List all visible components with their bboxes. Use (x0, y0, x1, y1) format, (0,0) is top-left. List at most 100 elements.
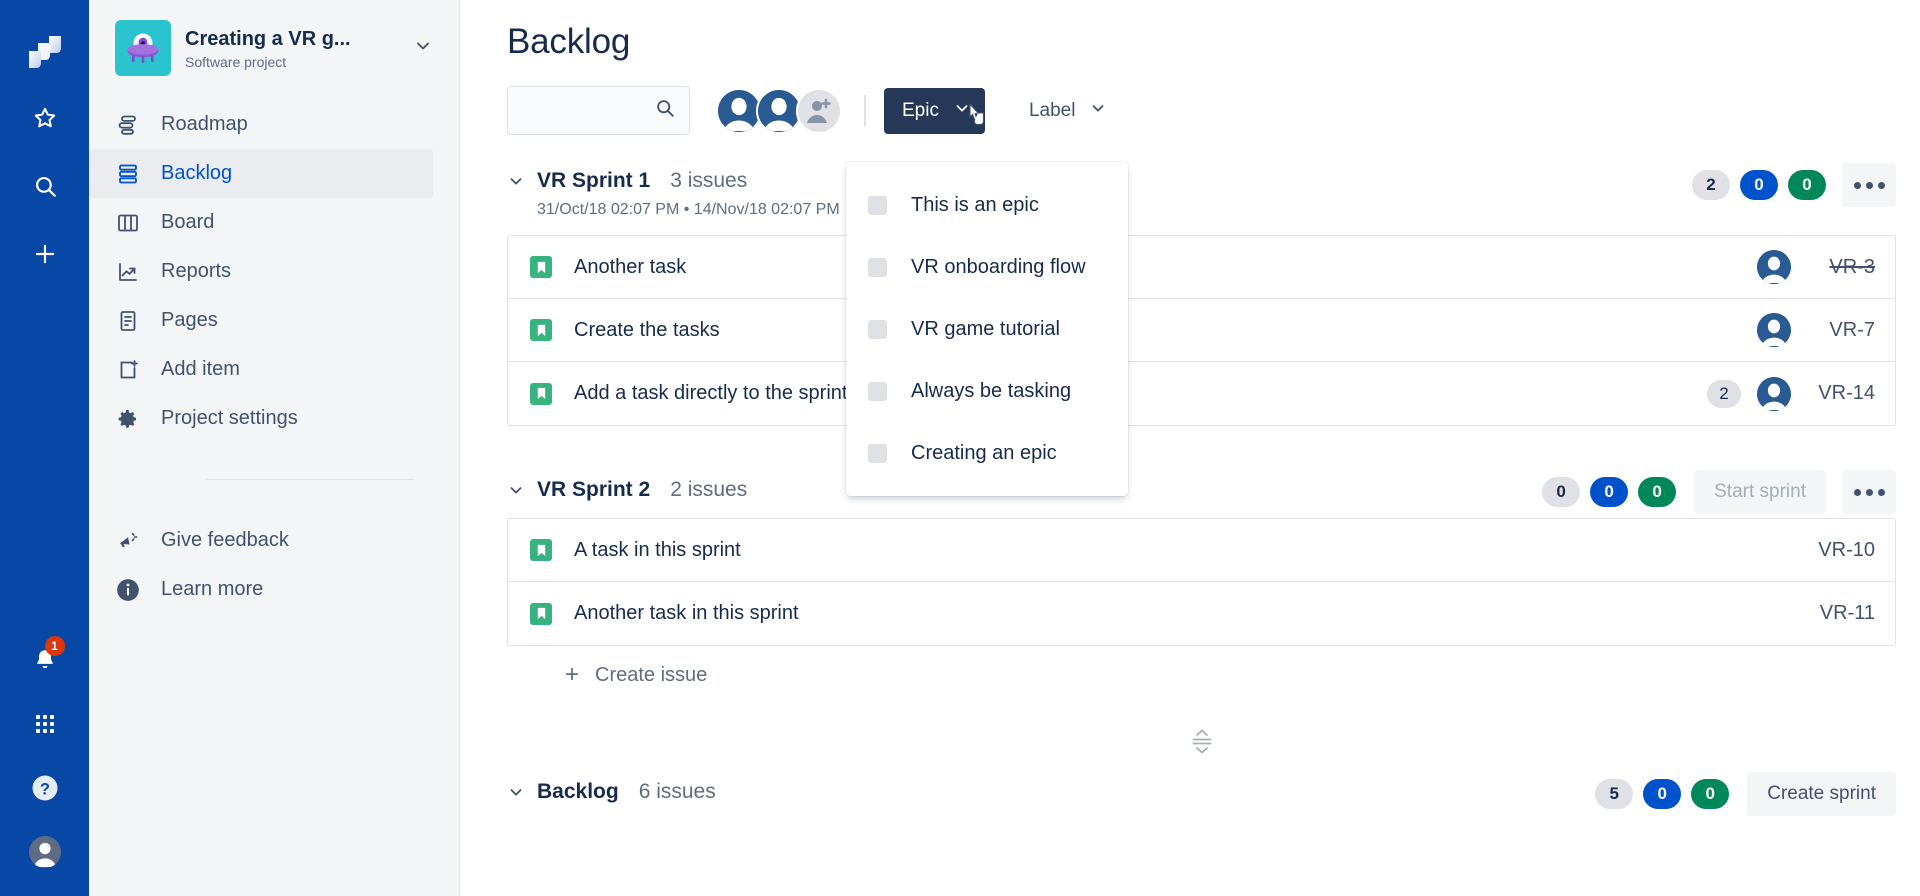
sprint-actions: 2 0 0 (1692, 163, 1896, 207)
sidebar-item-label: Roadmap (161, 113, 248, 135)
status-badge-inprogress: 0 (1740, 170, 1778, 200)
backlog-icon (115, 162, 141, 186)
sidebar-item-reports[interactable]: Reports (89, 247, 433, 296)
create-sprint-button[interactable]: Create sprint (1747, 772, 1896, 816)
checkbox-icon[interactable] (868, 381, 887, 401)
sidebar-item-give-feedback[interactable]: Give feedback (89, 516, 433, 565)
sidebar-footer: Give feedback Learn more (89, 516, 459, 614)
svg-text:?: ? (40, 780, 50, 798)
avatar[interactable] (1757, 313, 1791, 347)
issue-list-vr-sprint-1: Another task VR-3 Create the tasks VR-7 … (507, 235, 1896, 426)
search-icon[interactable] (23, 164, 67, 208)
table-row[interactable]: Another task in this sprint VR-11 (508, 582, 1895, 645)
sprint-name: VR Sprint 1 (537, 169, 651, 192)
issue-key[interactable]: VR-14 (1807, 382, 1875, 405)
issue-key[interactable]: VR-11 (1807, 602, 1875, 625)
start-sprint-button[interactable]: Start sprint (1694, 470, 1826, 514)
avatar-group (716, 87, 842, 134)
project-header[interactable]: Creating a VR g... Software project (89, 0, 459, 94)
sprint-more-menu-button[interactable] (1842, 163, 1896, 207)
rail-bottom-group: 1 ? (0, 618, 89, 874)
status-badge-todo: 5 (1595, 779, 1634, 809)
notifications-icon[interactable]: 1 (23, 636, 67, 682)
more-icon (1865, 181, 1873, 189)
menu-item-epic-option[interactable]: Creating an epic (846, 422, 1128, 484)
menu-item-epic-option[interactable]: This is an epic (846, 174, 1128, 236)
backlog-toolbar: Epic Label (460, 62, 1920, 135)
issue-key[interactable]: VR-7 (1807, 319, 1875, 342)
avatar-add-user[interactable] (796, 87, 842, 134)
search-icon (654, 97, 676, 124)
epic-option-label: Always be tasking (911, 379, 1072, 402)
checkbox-icon[interactable] (868, 443, 887, 463)
issue-key[interactable]: VR-10 (1807, 539, 1875, 562)
global-navigation-rail: 1 ? (0, 0, 89, 896)
issue-title: Another task (574, 255, 687, 278)
chevron-down-icon[interactable] (507, 172, 525, 190)
project-sidebar: Creating a VR g... Software project Road… (89, 0, 460, 896)
megaphone-icon (115, 529, 141, 553)
sidebar-item-add-item[interactable]: Add item (89, 345, 433, 394)
checkbox-icon[interactable] (868, 195, 887, 215)
epic-filter-button[interactable]: Epic (884, 87, 985, 134)
create-issue-button[interactable]: + Create issue (507, 646, 1896, 704)
project-type: Software project (185, 53, 287, 70)
sidebar-item-backlog[interactable]: Backlog (89, 149, 433, 198)
table-row[interactable]: Create the tasks VR-7 (508, 299, 1895, 362)
chevron-down-icon[interactable] (413, 36, 443, 61)
avatar[interactable] (1757, 250, 1791, 284)
chevron-down-icon[interactable] (507, 481, 525, 499)
sidebar-item-board[interactable]: Board (89, 198, 433, 247)
label-filter-label: Label (1028, 99, 1076, 121)
backlog-actions: 5 0 0 Create sprint (1595, 772, 1896, 816)
search-input-wrapper[interactable] (460, 86, 690, 135)
page-title: Backlog (507, 22, 631, 61)
checkbox-icon[interactable] (868, 257, 887, 277)
starred-icon[interactable] (23, 96, 67, 140)
table-row[interactable]: Another task VR-3 (508, 236, 1895, 299)
avatar[interactable] (1757, 376, 1791, 411)
more-icon (1853, 181, 1861, 189)
create-icon[interactable] (23, 232, 67, 276)
app-switcher-icon[interactable] (23, 702, 67, 746)
sidebar-item-pages[interactable]: Pages (89, 296, 433, 345)
sprint-header-vr-sprint-1: VR Sprint 1 3 issues 31/Oct/18 02:07 PM … (507, 163, 1896, 219)
sprint-issue-count: 3 issues (670, 169, 748, 192)
panel-resize-handle[interactable] (1189, 728, 1215, 754)
search-input[interactable] (460, 87, 654, 134)
sidebar-item-label: Pages (161, 309, 218, 331)
estimate-badge[interactable]: 2 (1707, 379, 1741, 408)
story-type-icon (530, 602, 552, 625)
story-type-icon (530, 539, 552, 561)
sidebar-item-label: Board (161, 211, 215, 233)
sidebar-item-roadmap[interactable]: Roadmap (89, 100, 433, 149)
help-icon[interactable]: ? (23, 766, 67, 810)
checkbox-icon[interactable] (868, 319, 887, 339)
menu-item-epic-option[interactable]: VR onboarding flow (846, 236, 1128, 298)
menu-item-epic-option[interactable]: VR game tutorial (846, 298, 1128, 360)
table-row[interactable]: Add a task directly to the sprint 2 VR-1… (508, 362, 1895, 425)
status-badge-todo: 0 (1542, 477, 1581, 507)
issue-title: Create the tasks (574, 318, 720, 341)
issue-key[interactable]: VR-3 (1807, 256, 1875, 279)
project-settings-icon (115, 407, 141, 431)
sidebar-item-label: Reports (161, 260, 232, 282)
sprint-actions: 0 0 0 Start sprint (1542, 470, 1896, 514)
add-item-icon (115, 358, 141, 382)
sidebar-item-label: Add item (161, 358, 240, 380)
chevron-down-icon[interactable] (507, 783, 525, 801)
table-row[interactable]: A task in this sprint VR-10 (508, 519, 1895, 582)
profile-avatar[interactable] (23, 830, 67, 874)
menu-item-epic-option[interactable]: Always be tasking (846, 360, 1128, 422)
issue-title: Another task in this sprint (574, 602, 799, 624)
epic-filter-label: Epic (902, 99, 939, 121)
sprint-issue-count: 6 issues (638, 780, 716, 803)
epic-option-label: Creating an epic (911, 441, 1057, 464)
toolbar-divider (864, 95, 866, 126)
label-filter-button[interactable]: Label (1011, 88, 1122, 134)
sidebar-item-learn-more[interactable]: Learn more (89, 565, 433, 614)
sidebar-item-project-settings[interactable]: Project settings (89, 394, 433, 443)
sprint-more-menu-button[interactable] (1842, 470, 1896, 514)
story-type-icon (530, 319, 552, 341)
jira-logo-icon[interactable] (25, 32, 65, 72)
